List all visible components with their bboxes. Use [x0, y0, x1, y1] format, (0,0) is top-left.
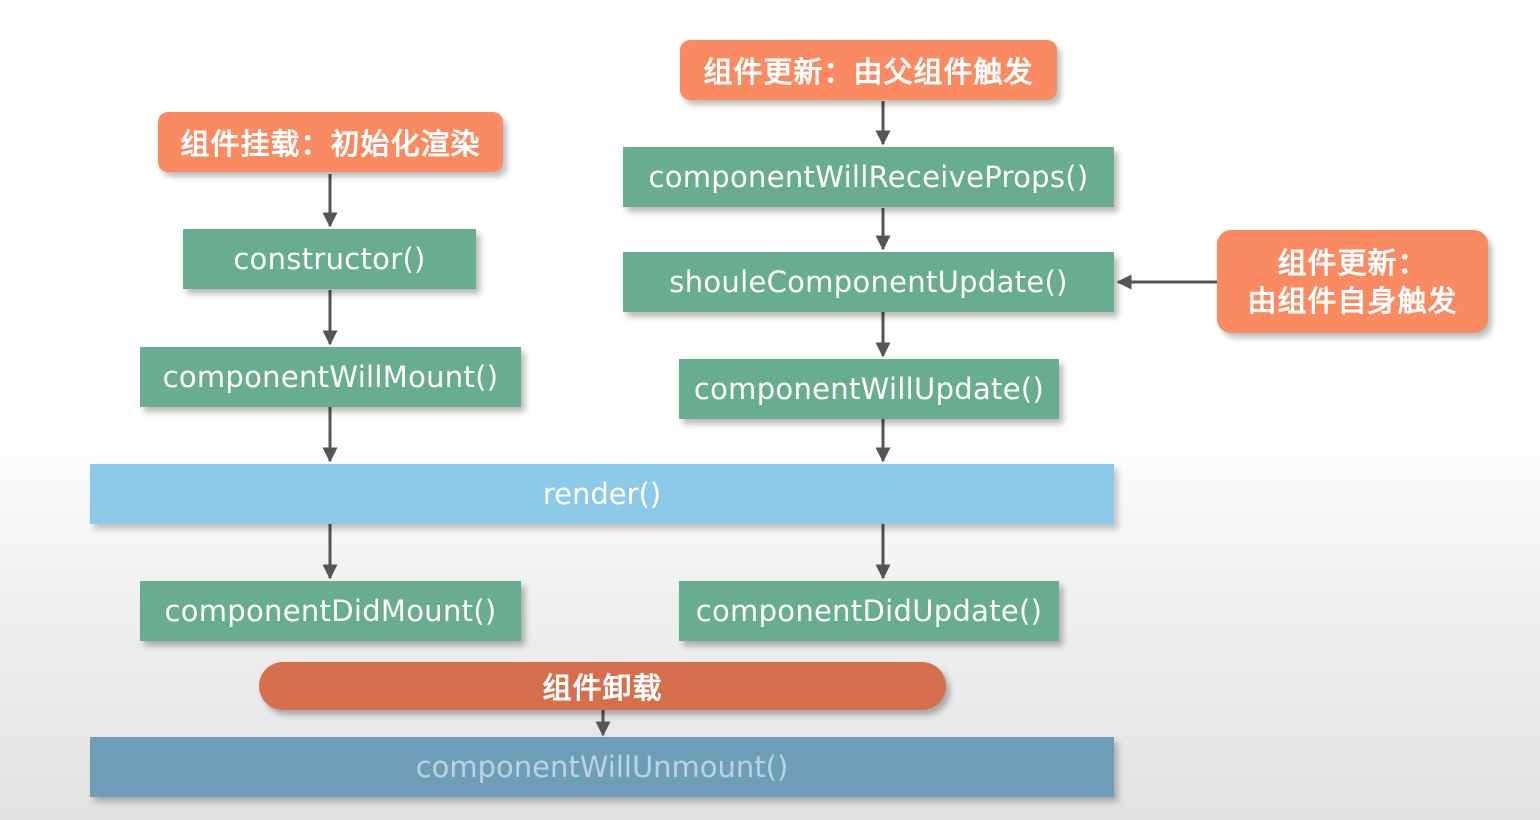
update-parent-trigger-box: 组件更新：由父组件触发	[680, 40, 1057, 100]
render-label: render()	[542, 477, 662, 511]
constructor-label: constructor()	[233, 242, 426, 276]
component-did-mount-label: componentDidMount()	[164, 594, 497, 628]
component-did-mount-box: componentDidMount()	[140, 581, 521, 641]
component-will-unmount-label: componentWillUnmount()	[415, 750, 789, 784]
component-will-update-box: componentWillUpdate()	[679, 359, 1059, 419]
mount-trigger-label: 组件挂载：初始化渲染	[180, 127, 481, 161]
update-self-trigger-box: 组件更新： 由组件自身触发	[1217, 230, 1488, 333]
component-will-mount-box: componentWillMount()	[140, 347, 521, 407]
update-parent-trigger-label: 组件更新：由父组件触发	[703, 55, 1034, 89]
component-will-receive-props-box: componentWillReceiveProps()	[623, 147, 1114, 207]
update-self-trigger-line2: 由组件自身触发	[1247, 283, 1458, 318]
should-component-update-label: shouleComponentUpdate()	[669, 265, 1068, 299]
component-will-update-label: componentWillUpdate()	[693, 372, 1045, 406]
component-will-mount-label: componentWillMount()	[162, 360, 499, 394]
component-will-receive-props-label: componentWillReceiveProps()	[648, 160, 1089, 194]
render-bar: render()	[90, 464, 1114, 524]
update-self-trigger-line1: 组件更新：	[1277, 245, 1428, 280]
should-component-update-box: shouleComponentUpdate()	[623, 252, 1114, 312]
component-will-unmount-bar: componentWillUnmount()	[90, 737, 1114, 797]
unmount-trigger-label: 组件卸载	[542, 671, 663, 705]
mount-trigger-box: 组件挂载：初始化渲染	[158, 112, 503, 172]
constructor-box: constructor()	[183, 229, 476, 289]
component-did-update-box: componentDidUpdate()	[679, 581, 1059, 641]
unmount-trigger-pill: 组件卸载	[259, 662, 946, 710]
component-did-update-label: componentDidUpdate()	[695, 594, 1043, 628]
